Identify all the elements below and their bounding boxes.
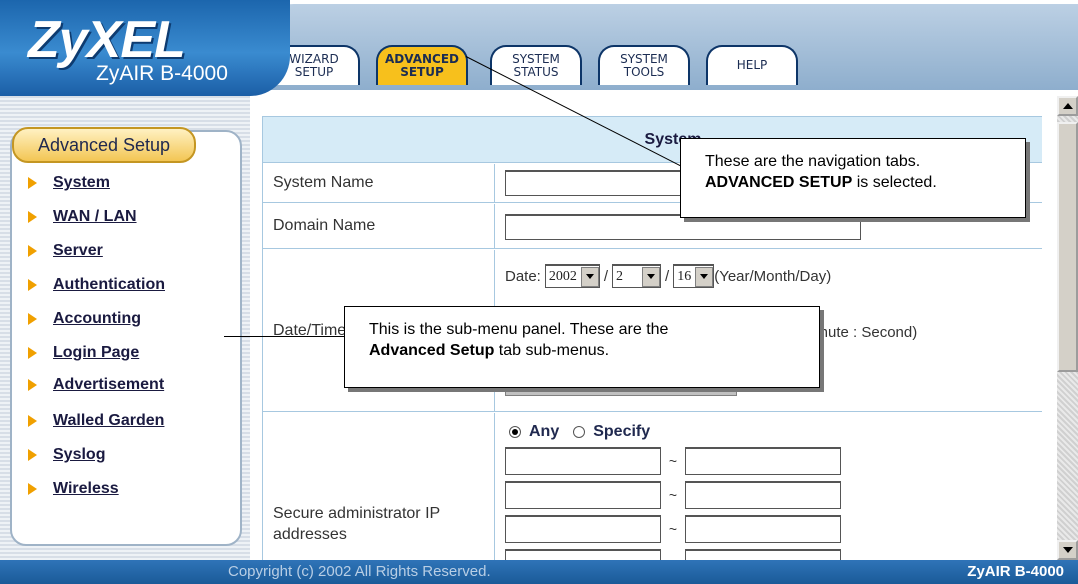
sidebar-item-syslog[interactable]: Syslog [28, 444, 105, 466]
arrow-right-icon [28, 313, 37, 325]
tab-system-tools[interactable]: SYSTEM TOOLS [598, 45, 690, 85]
sidebar-item-label: Login Page [53, 344, 140, 361]
sidebar-item-system[interactable]: System [28, 172, 110, 194]
callout-submenu-panel: This is the sub-menu panel. These are th… [344, 306, 820, 388]
arrow-right-icon [28, 347, 37, 359]
sidebar-item-walled-garden[interactable]: Walled Garden [28, 410, 164, 432]
radio-any-label: Any [529, 423, 560, 440]
sidebar-item-advertisement[interactable]: Advertisement [28, 374, 164, 396]
tab-label: TOOLS [623, 65, 665, 79]
ip-end-input[interactable] [685, 447, 841, 475]
header: WIZARD SETUP ADVANCED SETUP SYSTEM STATU… [0, 0, 1078, 96]
date-separator: / [603, 267, 609, 285]
time-format-hint: linute : Second) [813, 324, 918, 341]
callout-bold-text: ADVANCED SETUP [705, 174, 853, 191]
sidebar-item-label: Accounting [53, 310, 141, 327]
footer-brand: ZyAIR B-4000 [967, 563, 1064, 580]
sidebar-item-label: Wireless [53, 480, 119, 497]
scrollbar-thumb[interactable] [1057, 122, 1078, 372]
radio-specify[interactable] [573, 426, 586, 438]
sidebar-item-wireless[interactable]: Wireless [28, 478, 119, 500]
ip-range-row: ~ [505, 515, 841, 543]
sidebar-item-label: System [53, 174, 110, 191]
logo-wordmark: ZyXEL [28, 11, 186, 69]
tab-help[interactable]: HELP [706, 45, 798, 85]
sidebar-item-wan-lan[interactable]: WAN / LAN [28, 206, 137, 228]
system-name-label: System Name [263, 164, 495, 202]
month-value: 2 [616, 268, 624, 284]
callout-text: These are the navigation tabs. [705, 153, 921, 170]
date-prefix: Date: [505, 267, 541, 285]
year-select[interactable]: 2002 [544, 264, 600, 288]
sidebar-item-label: WAN / LAN [53, 208, 137, 225]
callout-text: tab sub-menus. [494, 342, 610, 359]
ip-start-input[interactable] [505, 515, 661, 543]
footer: Copyright (c) 2002 All Rights Reserved. … [0, 560, 1078, 584]
ip-end-input[interactable] [685, 481, 841, 509]
sidebar-item-server[interactable]: Server [28, 240, 103, 262]
ip-end-input[interactable] [685, 515, 841, 543]
callout-text: is selected. [852, 174, 937, 191]
logo-product-name: ZyAIR B-4000 [96, 62, 228, 85]
arrow-right-icon [28, 483, 37, 495]
arrow-right-icon [28, 177, 37, 189]
scroll-down-icon[interactable] [1057, 540, 1078, 560]
tab-label: SETUP [400, 65, 444, 79]
ip-start-input[interactable] [505, 481, 661, 509]
chevron-down-icon[interactable] [695, 266, 714, 287]
arrow-right-icon [28, 211, 37, 223]
sidebar-item-label: Advertisement [53, 376, 165, 393]
radio-any[interactable] [509, 426, 521, 438]
ip-range-row: ~ [505, 481, 841, 509]
arrow-right-icon [28, 449, 37, 461]
domain-name-label: Domain Name [263, 204, 495, 248]
vertical-scrollbar[interactable] [1057, 96, 1078, 560]
arrow-right-icon [28, 379, 37, 391]
callout-leader-line [224, 336, 344, 337]
arrow-right-icon [28, 279, 37, 291]
sidebar-item-label: Syslog [53, 446, 106, 463]
logo: ZyXEL ZyAIR B-4000 [0, 0, 290, 96]
tab-advanced-setup[interactable]: ADVANCED SETUP [376, 45, 468, 85]
submenu-title: Advanced Setup [12, 127, 196, 163]
ip-start-input[interactable] [505, 447, 661, 475]
range-separator: ~ [668, 453, 678, 469]
ip-mode-radio-group: Any Specify [509, 423, 650, 441]
callout-text: This is the sub-menu panel. These are th… [369, 321, 669, 338]
row-secure-ip: Secure administrator IP addresses Any Sp… [263, 413, 1042, 563]
arrow-right-icon [28, 245, 37, 257]
tab-system-status[interactable]: SYSTEM STATUS [490, 45, 582, 85]
sidebar-item-label: Walled Garden [53, 412, 165, 429]
tab-bar: WIZARD SETUP ADVANCED SETUP SYSTEM STATU… [246, 4, 1078, 90]
chevron-down-icon[interactable] [580, 266, 599, 287]
range-separator: ~ [668, 521, 678, 537]
date-separator: / [665, 267, 670, 285]
radio-specify-label: Specify [593, 423, 651, 440]
arrow-right-icon [28, 415, 37, 427]
date-format-hint: (Year/Month/Day) [714, 267, 832, 285]
sidebar-item-label: Server [53, 242, 103, 259]
day-value: 16 [677, 268, 692, 284]
ip-range-row: ~ [505, 447, 841, 475]
callout-navigation-tabs: These are the navigation tabs. ADVANCED … [680, 138, 1026, 218]
range-separator: ~ [668, 487, 678, 503]
sidebar-item-authentication[interactable]: Authentication [28, 274, 165, 296]
sidebar-item-accounting[interactable]: Accounting [28, 308, 141, 330]
chevron-down-icon[interactable] [642, 266, 661, 287]
secure-ip-label: Secure administrator IP addresses [263, 413, 495, 563]
tab-label: HELP [736, 58, 768, 72]
year-value: 2002 [548, 268, 577, 284]
month-select[interactable]: 2 [612, 264, 662, 288]
sidebar-item-login-page[interactable]: Login Page [28, 342, 139, 364]
day-select[interactable]: 16 [673, 264, 715, 288]
sidebar-item-label: Authentication [53, 276, 165, 293]
scroll-up-icon[interactable] [1057, 96, 1078, 116]
copyright-text: Copyright (c) 2002 All Rights Reserved. [228, 563, 491, 580]
callout-bold-text: Advanced Setup [369, 342, 495, 359]
date-selector: Date: 2002 / 2 / 16 (Year/Month/Day) [505, 264, 831, 288]
